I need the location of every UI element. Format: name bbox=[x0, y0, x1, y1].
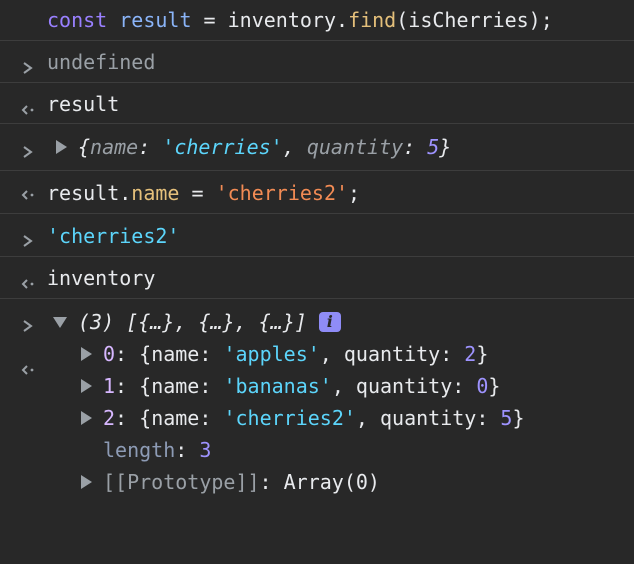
info-icon[interactable]: i bbox=[318, 312, 341, 332]
console-panel: const result = inventory.find(isCherries… bbox=[0, 0, 634, 518]
console-output-row: {name: 'cherries', quantity: 5} bbox=[0, 124, 634, 200]
console-output-row: (3) [{…}, {…}, {…}] i 0: {name: 'apples'… bbox=[0, 299, 634, 518]
console-output-row: undefined bbox=[0, 41, 634, 115]
console-output-value: 'cherries2' bbox=[47, 224, 180, 248]
array-summary[interactable]: (3) [{…}, {…}, {…}] i bbox=[78, 308, 341, 336]
console-output-row: 'cherries2' bbox=[0, 214, 634, 289]
object-preview[interactable]: {name: 'cherries', quantity: 5} bbox=[78, 133, 451, 161]
console-output-value: undefined bbox=[47, 50, 156, 74]
expand-triangle-icon[interactable] bbox=[81, 347, 92, 361]
array-prototype[interactable]: [[Prototype]]: Array(0) bbox=[0, 468, 634, 496]
array-length: length: 3 bbox=[103, 438, 212, 462]
console-input-code: const result = inventory.find(isCherries… bbox=[47, 8, 553, 32]
console-input-code: result bbox=[47, 92, 120, 116]
expand-triangle-icon[interactable] bbox=[81, 411, 92, 425]
console-input-code: result.name = 'cherries2'; bbox=[47, 181, 361, 205]
collapse-triangle-icon[interactable] bbox=[53, 317, 67, 328]
console-input-row[interactable]: inventory bbox=[0, 257, 634, 332]
console-input-code: inventory bbox=[47, 266, 156, 290]
expand-triangle-icon[interactable] bbox=[81, 475, 92, 489]
array-item[interactable]: 2: {name: 'cherries2', quantity: 5} bbox=[0, 404, 634, 432]
console-input-row[interactable]: result bbox=[0, 83, 634, 158]
console-input-row[interactable]: result.name = 'cherries2'; bbox=[0, 171, 634, 247]
console-input-row[interactable]: const result = inventory.find(isCherries… bbox=[0, 0, 634, 74]
array-item[interactable]: 1: {name: 'bananas', quantity: 0} bbox=[0, 372, 634, 400]
expand-triangle-icon[interactable] bbox=[56, 140, 67, 154]
array-item[interactable]: 0: {name: 'apples', quantity: 2} bbox=[0, 340, 634, 368]
expand-triangle-icon[interactable] bbox=[81, 379, 92, 393]
